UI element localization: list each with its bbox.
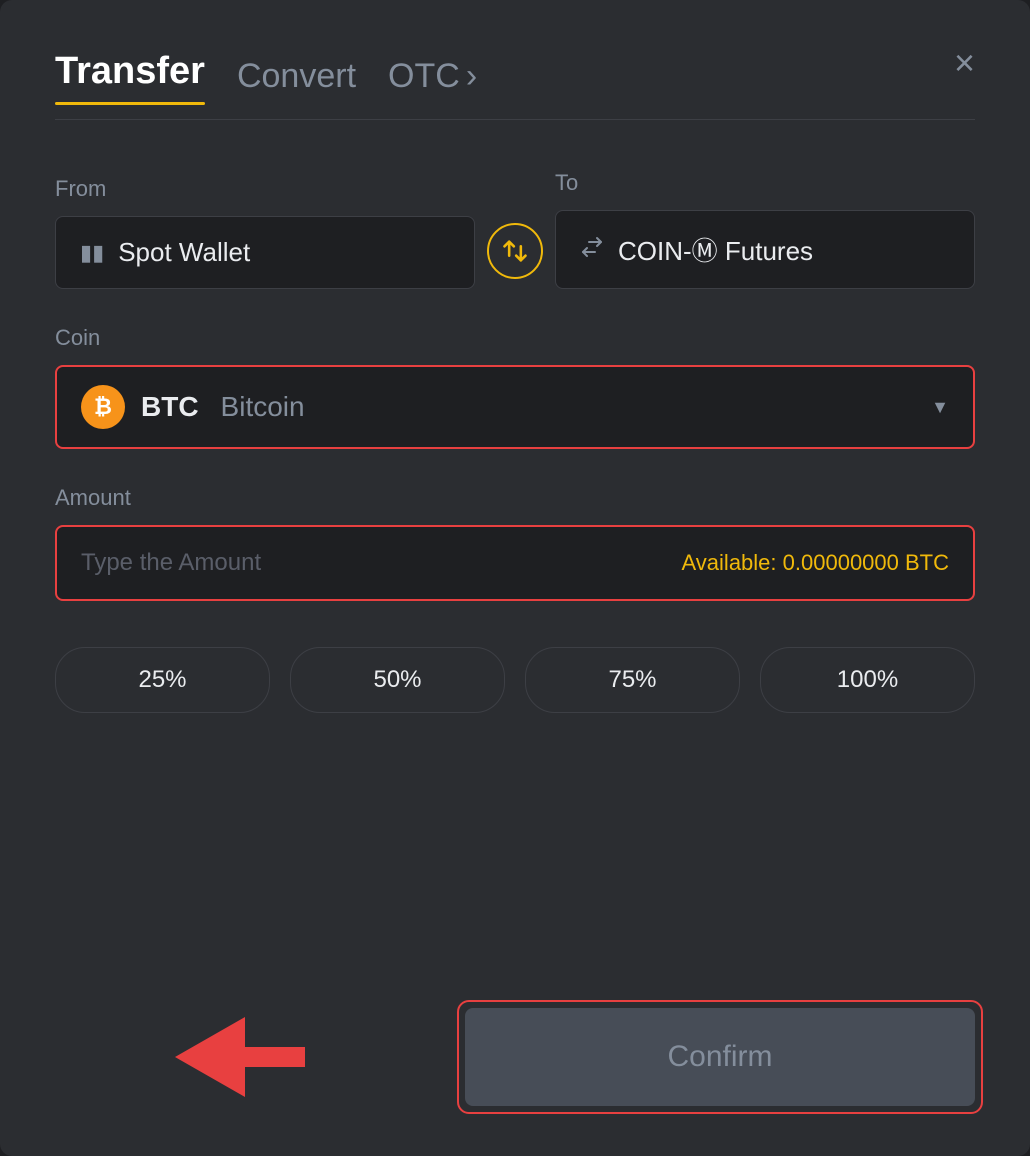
header-divider	[55, 119, 975, 120]
modal-header: Transfer Convert OTC › ×	[55, 50, 975, 103]
amount-input-container[interactable]: Type the Amount Available: 0.00000000 BT…	[55, 525, 975, 601]
from-to-row: From ▮▮ Spot Wallet To	[55, 170, 975, 289]
card-icon: ▮▮	[80, 240, 104, 266]
chevron-down-icon: ▼	[931, 397, 949, 418]
percent-buttons: 25% 50% 75% 100%	[55, 647, 975, 713]
swap-btn-container	[475, 223, 555, 289]
bottom-section: Confirm	[55, 978, 975, 1106]
tab-transfer[interactable]: Transfer	[55, 50, 205, 103]
to-column: To COIN-Ⓜ Futures	[555, 170, 975, 289]
swap-button[interactable]	[487, 223, 543, 279]
coin-label: Coin	[55, 325, 975, 351]
tab-convert[interactable]: Convert	[237, 57, 356, 96]
transfer-modal: Transfer Convert OTC › × From ▮▮ Spot Wa…	[0, 0, 1030, 1156]
coin-section: Coin ₿ BTC Bitcoin ▼	[55, 325, 975, 449]
available-amount: 0.00000000 BTC	[783, 550, 949, 575]
chevron-right-icon: ›	[466, 57, 477, 96]
btc-icon: ₿	[81, 385, 125, 429]
to-wallet-name: COIN-Ⓜ Futures	[618, 231, 813, 268]
coin-symbol: BTC	[141, 391, 199, 423]
arrow-indicator	[175, 1007, 305, 1107]
form-section: From ▮▮ Spot Wallet To	[55, 170, 975, 978]
percent-50-button[interactable]: 50%	[290, 647, 505, 713]
tab-otc[interactable]: OTC ›	[388, 57, 477, 96]
close-button[interactable]: ×	[954, 45, 975, 81]
confirm-button-wrapper: Confirm	[465, 1008, 975, 1106]
to-label: To	[555, 170, 975, 196]
percent-100-button[interactable]: 100%	[760, 647, 975, 713]
amount-label: Amount	[55, 485, 975, 511]
amount-available: Available: 0.00000000 BTC	[682, 550, 949, 576]
to-wallet-selector[interactable]: COIN-Ⓜ Futures	[555, 210, 975, 289]
percent-75-button[interactable]: 75%	[525, 647, 740, 713]
from-column: From ▮▮ Spot Wallet	[55, 176, 475, 289]
from-label: From	[55, 176, 475, 202]
coin-full-name: Bitcoin	[221, 391, 305, 423]
coin-selector[interactable]: ₿ BTC Bitcoin ▼	[55, 365, 975, 449]
from-wallet-name: Spot Wallet	[118, 237, 250, 268]
from-wallet-selector[interactable]: ▮▮ Spot Wallet	[55, 216, 475, 289]
amount-section: Amount Type the Amount Available: 0.0000…	[55, 485, 975, 601]
confirm-button[interactable]: Confirm	[465, 1008, 975, 1106]
futures-icon	[580, 235, 604, 265]
percent-25-button[interactable]: 25%	[55, 647, 270, 713]
amount-placeholder: Type the Amount	[81, 549, 261, 577]
